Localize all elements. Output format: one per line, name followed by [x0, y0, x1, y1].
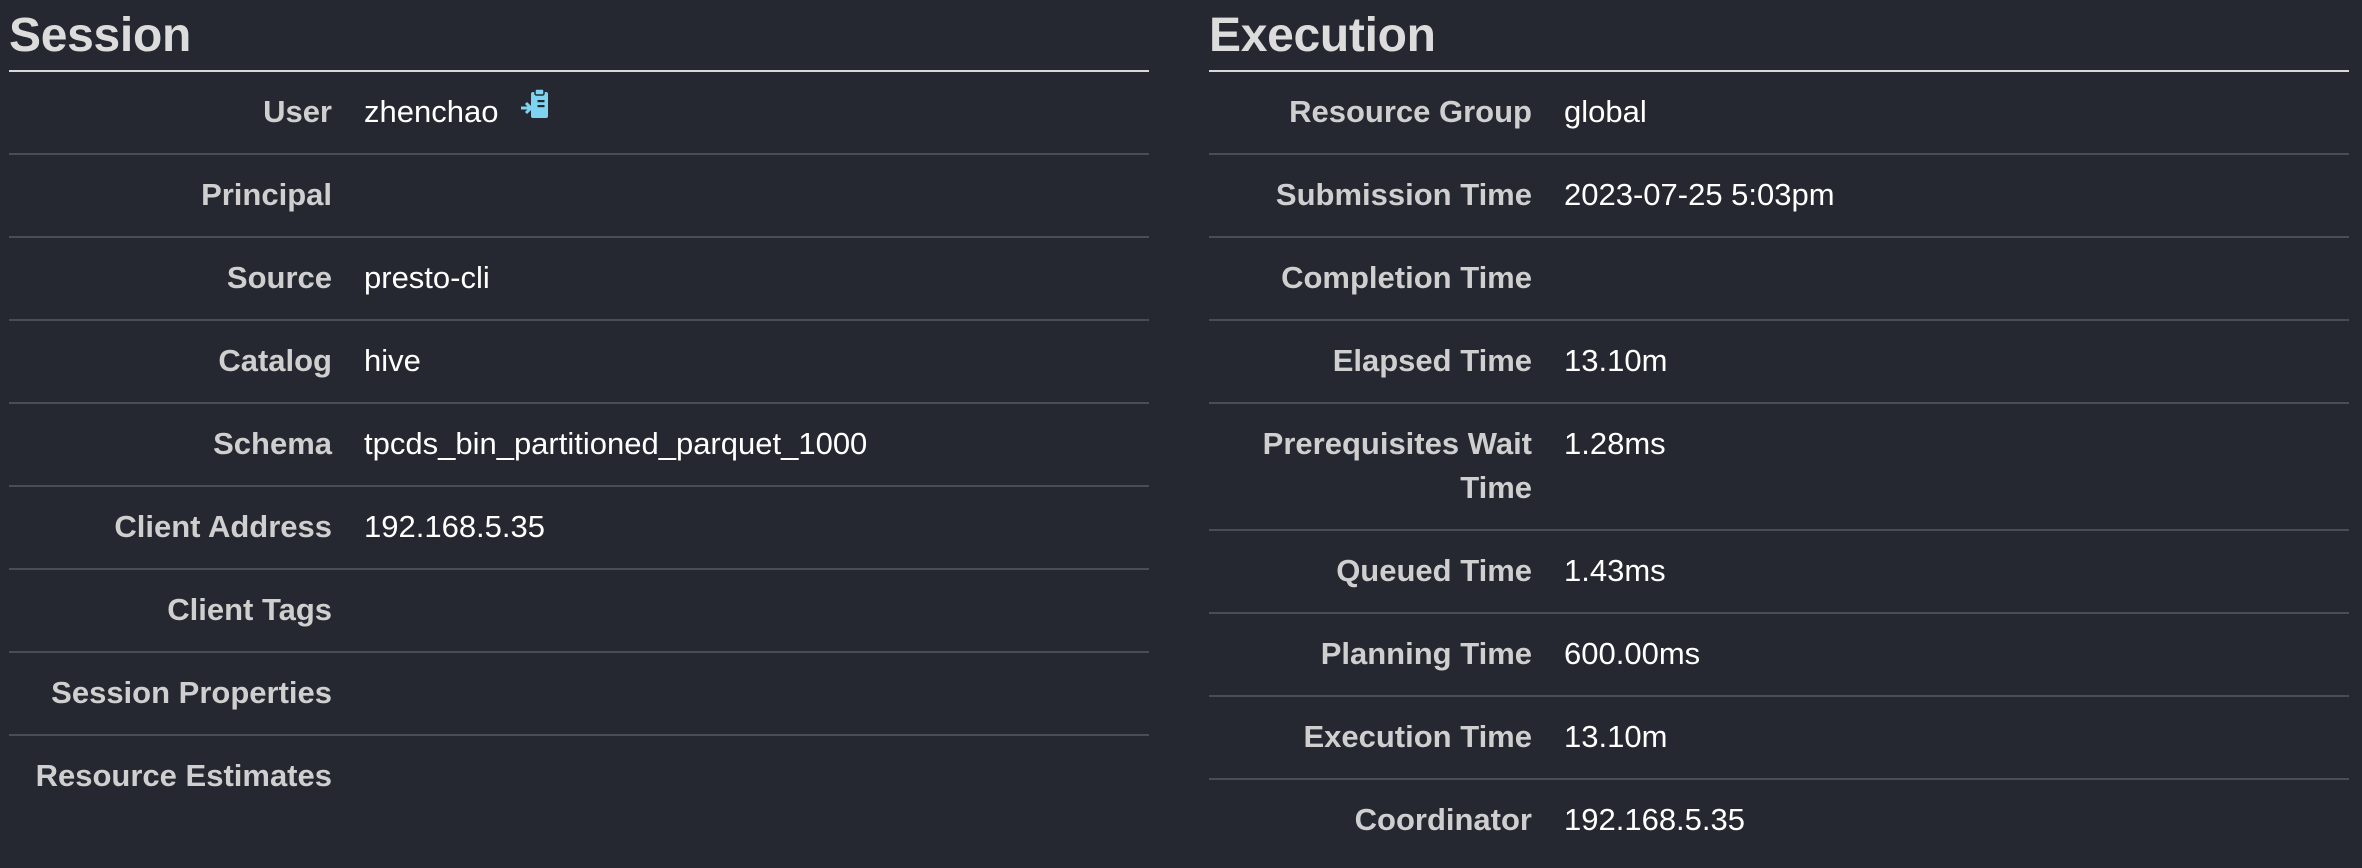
submission-time-label: Submission Time — [1275, 177, 1532, 212]
schema-value: tpcds_bin_partitioned_parquet_1000 — [364, 426, 868, 461]
execution-row-elapsed-time: Elapsed Time 13.10m — [1209, 320, 2349, 404]
elapsed-time-value: 13.10m — [1564, 343, 1668, 378]
execution-time-label: Execution Time — [1303, 719, 1532, 754]
schema-label: Schema — [213, 426, 332, 461]
execution-row-queued-time: Queued Time 1.43ms — [1209, 530, 2349, 614]
session-row-catalog: Catalog hive — [9, 320, 1149, 404]
principal-label: Principal — [201, 177, 332, 212]
catalog-value: hive — [364, 343, 421, 378]
execution-table: Resource Group global Submission Time 20… — [1209, 72, 2349, 861]
resource-estimates-value — [364, 736, 1149, 817]
execution-row-completion-time: Completion Time — [1209, 237, 2349, 321]
session-table: User zhenchao Principal Source presto-cl… — [9, 72, 1149, 817]
session-row-client-tags: Client Tags — [9, 569, 1149, 653]
client-address-value: 192.168.5.35 — [364, 509, 546, 544]
execution-row-resource-group: Resource Group global — [1209, 72, 2349, 155]
execution-row-submission-time: Submission Time 2023-07-25 5:03pm — [1209, 154, 2349, 238]
session-row-source: Source presto-cli — [9, 237, 1149, 321]
completion-time-value — [1564, 238, 2349, 319]
clipboard-copy-icon[interactable] — [520, 88, 552, 134]
session-row-principal: Principal — [9, 154, 1149, 238]
source-value: presto-cli — [364, 260, 490, 295]
client-tags-value — [364, 570, 1149, 651]
session-row-resource-estimates: Resource Estimates — [9, 735, 1149, 817]
coordinator-value: 192.168.5.35 — [1564, 802, 1746, 837]
execution-row-coordinator: Coordinator 192.168.5.35 — [1209, 779, 2349, 861]
execution-row-planning-time: Planning Time 600.00ms — [1209, 613, 2349, 697]
session-title: Session — [9, 0, 1149, 72]
user-value: zhenchao — [364, 94, 499, 129]
resource-estimates-label: Resource Estimates — [35, 758, 332, 793]
client-address-label: Client Address — [114, 509, 332, 544]
user-label: User — [263, 94, 332, 129]
execution-time-value: 13.10m — [1564, 719, 1668, 754]
session-properties-label: Session Properties — [51, 675, 332, 710]
execution-title: Execution — [1209, 0, 2349, 72]
resource-group-value: global — [1564, 94, 1647, 129]
client-tags-label: Client Tags — [167, 592, 332, 627]
execution-panel: Execution Resource Group global Submissi… — [1209, 0, 2349, 861]
session-row-schema: Schema tpcds_bin_partitioned_parquet_100… — [9, 403, 1149, 487]
queued-time-value: 1.43ms — [1564, 553, 1666, 588]
planning-time-value: 600.00ms — [1564, 636, 1701, 671]
prerequisites-wait-time-label: Prerequisites Wait Time — [1262, 426, 1532, 505]
prerequisites-wait-time-value: 1.28ms — [1564, 426, 1666, 461]
completion-time-label: Completion Time — [1281, 260, 1532, 295]
resource-group-label: Resource Group — [1289, 94, 1532, 129]
session-row-client-address: Client Address 192.168.5.35 — [9, 486, 1149, 570]
execution-row-execution-time: Execution Time 13.10m — [1209, 696, 2349, 780]
source-label: Source — [226, 260, 332, 295]
elapsed-time-label: Elapsed Time — [1332, 343, 1532, 378]
queued-time-label: Queued Time — [1336, 553, 1532, 588]
session-row-user: User zhenchao — [9, 72, 1149, 155]
execution-row-prerequisites-wait-time: Prerequisites Wait Time 1.28ms — [1209, 403, 2349, 531]
session-panel: Session User zhenchao Principal Source p… — [9, 0, 1149, 817]
submission-time-value: 2023-07-25 5:03pm — [1564, 177, 1835, 212]
planning-time-label: Planning Time — [1320, 636, 1532, 671]
session-properties-value — [364, 653, 1149, 734]
session-row-session-properties: Session Properties — [9, 652, 1149, 736]
principal-value — [364, 155, 1149, 236]
catalog-label: Catalog — [218, 343, 332, 378]
coordinator-label: Coordinator — [1354, 802, 1532, 837]
